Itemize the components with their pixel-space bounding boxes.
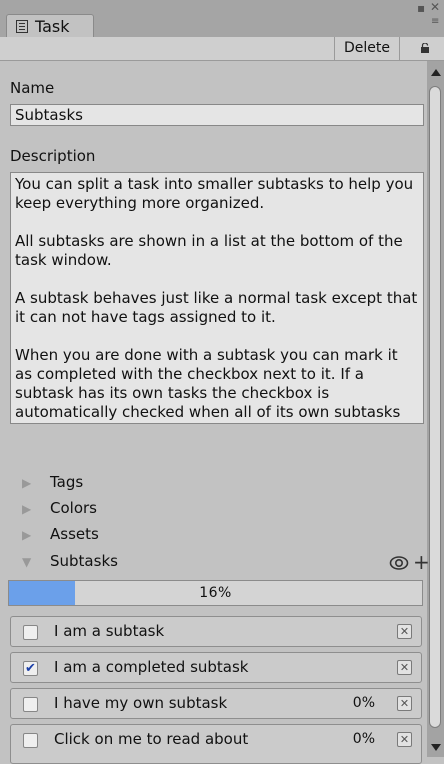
tab-bar: Task ▪ ✕ ≡ (0, 0, 444, 38)
remove-subtask-icon[interactable]: ✕ (397, 696, 412, 711)
description-field[interactable]: You can split a task into smaller subtas… (10, 172, 424, 424)
foldout-subtasks[interactable]: ▼ Subtasks (22, 550, 118, 572)
close-icon[interactable]: ✕ (430, 0, 440, 14)
remove-subtask-icon[interactable]: ✕ (397, 732, 412, 747)
collapsed-arrow-icon: ▶ (22, 502, 32, 516)
progress-text: 16% (199, 585, 232, 601)
subtask-percent: 0% (352, 695, 375, 711)
subtask-label: I have my own subtask (54, 694, 228, 712)
subtask-checkbox[interactable]: ✔ (23, 661, 38, 676)
description-label: Description (10, 147, 96, 165)
scroll-up-icon[interactable] (431, 69, 441, 76)
foldout-label: Subtasks (50, 552, 118, 570)
scroll-thumb[interactable] (429, 86, 441, 728)
subtask-percent: 0% (352, 731, 375, 747)
collapsed-arrow-icon: ▶ (22, 476, 32, 490)
subtask-checkbox[interactable] (23, 733, 38, 748)
subtask-checkbox[interactable] (23, 697, 38, 712)
expanded-arrow-icon: ▼ (22, 555, 32, 569)
collapsed-arrow-icon: ▶ (22, 528, 32, 542)
description-paragraph: A subtask behaves just like a normal tas… (15, 289, 418, 326)
foldout-label: Tags (50, 473, 84, 491)
vertical-scrollbar[interactable] (427, 61, 444, 757)
add-subtask-icon[interactable]: + (413, 551, 430, 573)
subtask-label: I am a completed subtask (54, 658, 249, 676)
remove-subtask-icon[interactable]: ✕ (397, 624, 412, 639)
subtask-checkbox[interactable] (23, 625, 38, 640)
delete-button[interactable]: Delete (334, 37, 400, 61)
list-icon (16, 20, 28, 33)
name-field[interactable]: Subtasks (10, 104, 424, 126)
tab-task[interactable]: Task (6, 14, 94, 38)
remove-subtask-icon[interactable]: ✕ (397, 660, 412, 675)
lock-icon[interactable] (420, 43, 430, 53)
subtask-label: I am a subtask (54, 622, 165, 640)
foldout-label: Assets (50, 525, 99, 543)
subtask-progress-bar: 16% (8, 580, 423, 606)
description-paragraph: When you are done with a subtask you can… (15, 346, 401, 423)
eye-icon[interactable] (389, 553, 409, 573)
subtask-row[interactable]: ✔ I am a completed subtask ✕ (10, 652, 422, 683)
subtask-row[interactable]: I have my own subtask 0% ✕ (10, 688, 422, 719)
subtask-label: Click on me to read about (54, 730, 249, 748)
tab-label: Task (35, 17, 70, 36)
scroll-down-icon[interactable] (431, 744, 441, 751)
foldout-colors[interactable]: ▶ Colors (22, 497, 97, 519)
subtask-row[interactable]: Click on me to read about 0% ✕ (10, 724, 422, 764)
description-paragraph: You can split a task into smaller subtas… (15, 175, 414, 212)
description-paragraph: All subtasks are shown in a list at the … (15, 232, 403, 269)
toolbar: Delete (0, 37, 444, 61)
foldout-tags[interactable]: ▶ Tags (22, 471, 83, 493)
name-label: Name (10, 79, 55, 97)
foldout-assets[interactable]: ▶ Assets (22, 523, 99, 545)
maximize-icon[interactable]: ▪ (417, 1, 425, 15)
subtask-row[interactable]: I am a subtask ✕ (10, 616, 422, 647)
menu-icon[interactable]: ≡ (431, 16, 439, 27)
foldout-label: Colors (50, 499, 97, 517)
